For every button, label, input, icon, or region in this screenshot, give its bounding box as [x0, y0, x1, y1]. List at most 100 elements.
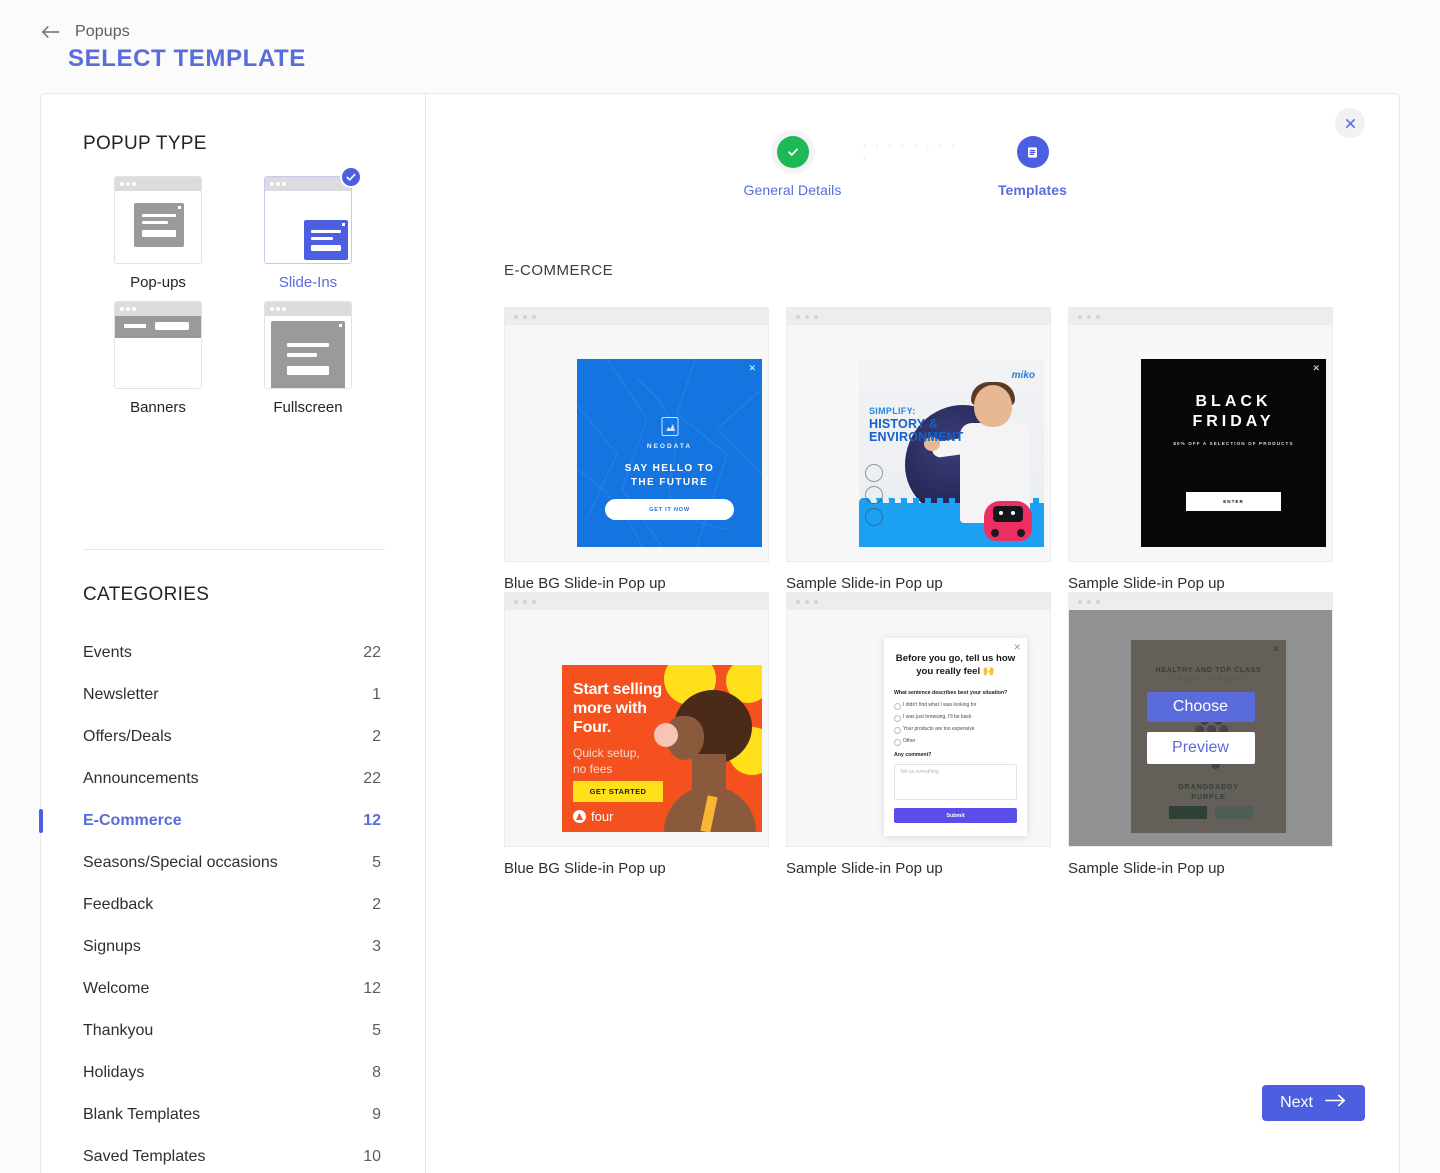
survey-option[interactable]: I was just browsing, I'll be back [894, 714, 971, 720]
template-card[interactable]: ✕ Before you go, tell us how you really … [786, 592, 1051, 877]
category-label: Holidays [83, 1064, 144, 1082]
category-label: Announcements [83, 770, 199, 788]
survey-question: What sentence describes best your situat… [894, 690, 1007, 696]
popup-type-title: POPUP TYPE [83, 133, 207, 155]
breadcrumb[interactable]: Popups [40, 22, 130, 42]
category-item-blank-templates[interactable]: Blank Templates 9 [41, 1094, 426, 1136]
template-thumbnail[interactable]: ✕ BLACK FRIDAY 80% OFF A SELECTION OF PR… [1068, 307, 1333, 562]
mini-close-icon[interactable]: ✕ [1013, 643, 1021, 652]
template-card-hovered[interactable]: ✕ HEALTHY AND TOP CLASS GRAPE STRAINS [1068, 592, 1333, 877]
category-item-events[interactable]: Events 22 [41, 632, 426, 674]
step-label: Templates [998, 182, 1067, 198]
popup-preview-black-friday: ✕ BLACK FRIDAY 80% OFF A SELECTION OF PR… [1141, 359, 1326, 547]
document-icon [1017, 136, 1049, 168]
template-card[interactable]: ✕ NEODATA SAY HELLO TO THE FUTURE GET IT… [504, 307, 769, 592]
sidebar: POPUP TYPE Pop-ups [41, 94, 426, 1173]
next-button-label: Next [1280, 1094, 1313, 1112]
headline-line-1: SAY HELLO TO [625, 463, 714, 474]
mini-close-icon[interactable]: ✕ [1312, 364, 1320, 373]
banners-thumbnail [114, 301, 202, 389]
survey-comment-field[interactable]: Tell us everything [894, 764, 1017, 800]
template-thumbnail[interactable]: ✕ HEALTHY AND TOP CLASS GRAPE STRAINS [1068, 592, 1333, 847]
template-hover-overlay: Choose Preview [1069, 610, 1332, 846]
popup-preview-blue: ✕ NEODATA SAY HELLO TO THE FUTURE GET IT… [577, 359, 762, 547]
person-illustration [660, 682, 756, 832]
category-label: Saved Templates [83, 1148, 205, 1166]
next-button[interactable]: Next [1262, 1085, 1365, 1121]
popup-type-banners[interactable]: Banners [83, 301, 233, 416]
breadcrumb-label[interactable]: Popups [75, 23, 130, 41]
close-icon[interactable] [1335, 108, 1365, 138]
template-caption: Blue BG Slide-in Pop up [504, 860, 769, 877]
robot-illustration [984, 501, 1032, 541]
popup-type-slide-ins[interactable]: Slide-Ins [233, 176, 383, 291]
category-label: Seasons/Special occasions [83, 854, 278, 872]
category-item-seasons-special-occasions[interactable]: Seasons/Special occasions 5 [41, 842, 426, 884]
stepper-connector: · · · · · · · · · [863, 136, 963, 168]
template-card[interactable]: Start selling more with Four. Quick setu… [504, 592, 769, 877]
brand-name: four [591, 809, 613, 824]
category-item-feedback[interactable]: Feedback 2 [41, 884, 426, 926]
preview-button[interactable]: Preview [1147, 732, 1255, 764]
preview-cta-button[interactable]: GET IT NOW [605, 499, 734, 520]
template-thumbnail[interactable]: ✕ Before you go, tell us how you really … [786, 592, 1051, 847]
category-item-saved-templates[interactable]: Saved Templates 10 [41, 1136, 426, 1173]
category-label: Feedback [83, 896, 153, 914]
template-card[interactable]: miko SIMPLIFY: HISTORY & ENVIRONMENT Sam… [786, 307, 1051, 592]
template-grid: ✕ NEODATA SAY HELLO TO THE FUTURE GET IT… [504, 307, 1364, 877]
slide-ins-thumbnail [264, 176, 352, 264]
popup-type-popups[interactable]: Pop-ups [83, 176, 233, 291]
preview-cta-button[interactable]: GET STARTED [573, 781, 663, 802]
category-count: 22 [363, 770, 381, 788]
miko-logo: miko [1012, 370, 1035, 381]
template-thumbnail[interactable]: Start selling more with Four. Quick setu… [504, 592, 769, 847]
category-item-thankyou[interactable]: Thankyou 5 [41, 1010, 426, 1052]
browser-chrome-bar [505, 593, 768, 610]
wizard-stepper: General Details · · · · · · · · · Templa… [426, 136, 1399, 198]
category-item-holidays[interactable]: Holidays 8 [41, 1052, 426, 1094]
category-label: Blank Templates [83, 1106, 200, 1124]
browser-chrome-bar [1069, 308, 1332, 325]
category-item-e-commerce[interactable]: E-Commerce 12 [41, 800, 426, 842]
category-item-newsletter[interactable]: Newsletter 1 [41, 674, 426, 716]
survey-submit-button[interactable]: Submit [894, 808, 1017, 823]
mini-close-icon[interactable]: ✕ [748, 364, 756, 373]
step-templates[interactable]: Templates [963, 136, 1103, 198]
category-count: 5 [372, 854, 381, 872]
browser-chrome-bar [787, 593, 1050, 610]
arrow-left-icon[interactable] [40, 22, 62, 42]
content-area: General Details · · · · · · · · · Templa… [426, 94, 1399, 1173]
template-thumbnail[interactable]: miko SIMPLIFY: HISTORY & ENVIRONMENT [786, 307, 1051, 562]
category-label: E-Commerce [83, 812, 182, 830]
survey-option[interactable]: Other [894, 738, 916, 744]
template-caption: Sample Slide-in Pop up [1068, 860, 1333, 877]
template-card[interactable]: ✕ BLACK FRIDAY 80% OFF A SELECTION OF PR… [1068, 307, 1333, 592]
choose-button[interactable]: Choose [1147, 692, 1255, 722]
survey-option[interactable]: I didn't find what I was looking for [894, 702, 977, 708]
category-item-offers-deals[interactable]: Offers/Deals 2 [41, 716, 426, 758]
survey-option[interactable]: Your products are too expensive [894, 726, 975, 732]
page-title: SELECT TEMPLATE [68, 45, 306, 73]
page-header: Popups SELECT TEMPLATE [0, 0, 1440, 93]
preview-cta-button[interactable]: ENTER [1186, 492, 1281, 511]
template-thumbnail[interactable]: ✕ NEODATA SAY HELLO TO THE FUTURE GET IT… [504, 307, 769, 562]
category-item-welcome[interactable]: Welcome 12 [41, 968, 426, 1010]
sidebar-divider [83, 549, 385, 550]
category-item-signups[interactable]: Signups 3 [41, 926, 426, 968]
popup-type-fullscreen[interactable]: Fullscreen [233, 301, 383, 416]
headline-line-1: BLACK [1196, 393, 1272, 410]
category-count: 8 [372, 1064, 381, 1082]
browser-chrome-bar [505, 308, 768, 325]
subtitle-line-1: Quick setup, [573, 746, 640, 760]
popup-type-label: Banners [130, 399, 186, 416]
browser-chrome-bar [1069, 593, 1332, 610]
category-label: Thankyou [83, 1022, 153, 1040]
step-general-details[interactable]: General Details [723, 136, 863, 198]
category-heading: E-COMMERCE [504, 262, 613, 279]
decorative-icons [865, 464, 883, 530]
preview-subtitle: 80% OFF A SELECTION OF PRODUCTS [1141, 441, 1326, 446]
headline-line-1: Start selling [573, 681, 662, 698]
neodata-logo-icon [661, 417, 678, 436]
check-icon [777, 136, 809, 168]
category-item-announcements[interactable]: Announcements 22 [41, 758, 426, 800]
